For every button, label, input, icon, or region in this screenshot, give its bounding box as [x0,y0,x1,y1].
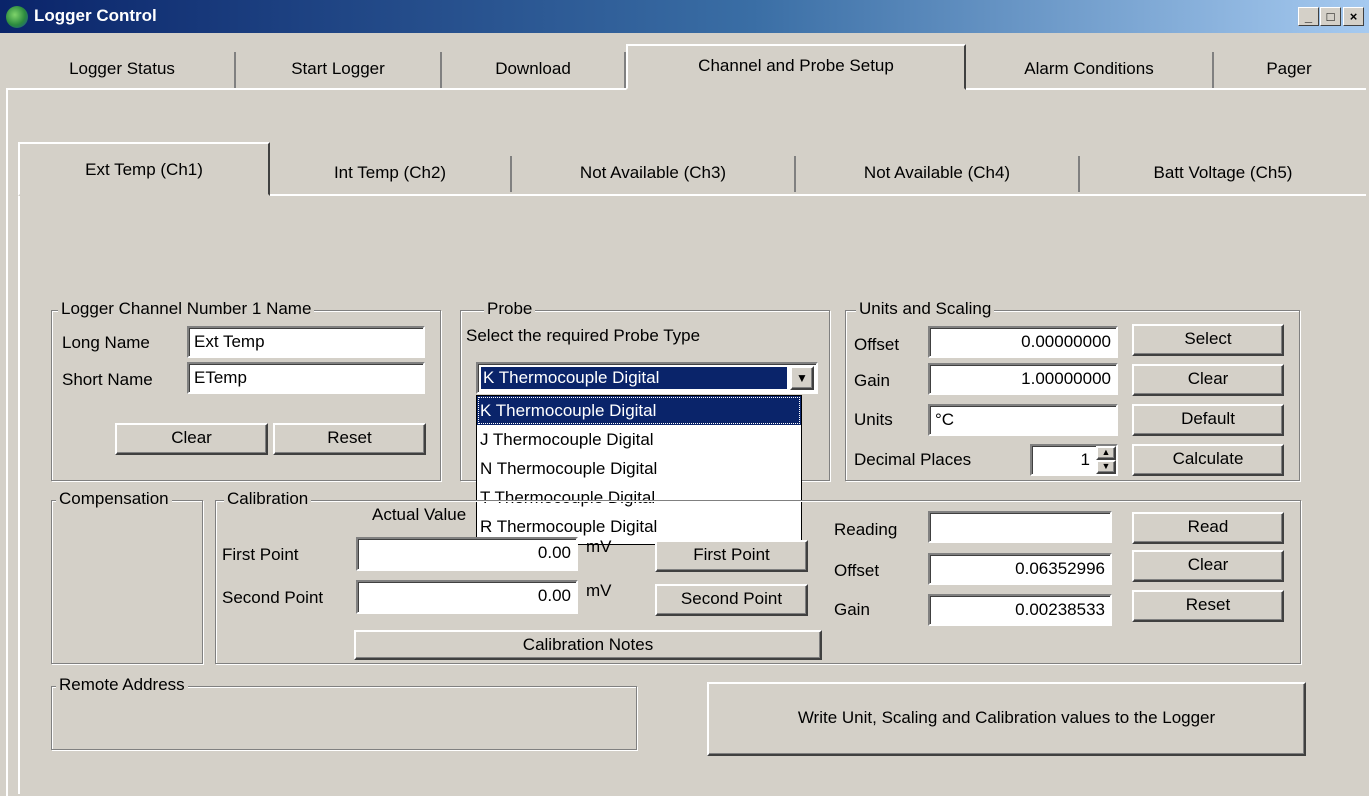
second-point-label: Second Point [222,588,324,607]
remote-address-group [51,686,637,750]
probe-legend: Probe [484,300,536,318]
globe-icon [6,6,28,28]
tab-alarm-conditions[interactable]: Alarm Conditions [966,52,1214,88]
minimize-button[interactable]: _ [1298,7,1319,26]
long-name-label: Long Name [62,333,150,352]
maximize-button[interactable]: □ [1320,7,1341,26]
tab-divider [966,88,1366,90]
compensation-legend: Compensation [56,490,172,508]
reading-input[interactable] [928,511,1112,543]
reading-label: Reading [834,520,898,539]
channel-name-legend: Logger Channel Number 1 Name [58,300,315,318]
units-input[interactable]: °C [928,404,1118,436]
short-name-input[interactable]: ETemp [187,362,425,394]
spin-up-icon[interactable]: ▲ [1096,446,1116,460]
probe-option[interactable]: N Thermocouple Digital [477,454,801,483]
remote-address-legend: Remote Address [56,676,188,694]
tab-start-logger[interactable]: Start Logger [236,52,442,88]
tab-ch4[interactable]: Not Available (Ch4) [796,156,1080,192]
cal-clear-button[interactable]: Clear [1132,550,1284,582]
tab-batt-voltage[interactable]: Batt Voltage (Ch5) [1080,156,1366,192]
window-title: Logger Control [34,6,157,25]
offset-input[interactable]: 0.00000000 [928,326,1118,358]
gain-label: Gain [854,371,890,390]
tab-logger-status[interactable]: Logger Status [10,52,236,88]
tab-ch3[interactable]: Not Available (Ch3) [512,156,796,192]
first-point-label: First Point [222,545,299,564]
panel-left-edge [6,88,8,796]
second-point-unit: mV [586,581,612,600]
cal-gain-input[interactable]: 0.00238533 [928,594,1112,626]
cal-read-button[interactable]: Read [1132,512,1284,544]
name-reset-button[interactable]: Reset [273,423,426,455]
first-point-button[interactable]: First Point [655,540,808,572]
tab-pager[interactable]: Pager [1214,52,1364,88]
tab-ext-temp[interactable]: Ext Temp (Ch1) [18,142,270,196]
name-clear-button[interactable]: Clear [115,423,268,455]
short-name-label: Short Name [62,370,153,389]
units-calculate-button[interactable]: Calculate [1132,444,1284,476]
units-label: Units [854,410,893,429]
cal-offset-input[interactable]: 0.06352996 [928,553,1112,585]
spin-down-icon[interactable]: ▼ [1096,460,1116,474]
gain-input[interactable]: 1.00000000 [928,363,1118,395]
units-clear-button[interactable]: Clear [1132,364,1284,396]
actual-value-label: Actual Value [372,505,467,524]
probe-option[interactable]: J Thermocouple Digital [477,425,801,454]
tab-int-temp[interactable]: Int Temp (Ch2) [270,156,512,192]
units-default-button[interactable]: Default [1132,404,1284,436]
decimal-places-label: Decimal Places [854,450,972,469]
units-scaling-legend: Units and Scaling [856,300,995,318]
cal-gain-label: Gain [834,600,870,619]
compensation-group [51,500,203,664]
units-select-button[interactable]: Select [1132,324,1284,356]
tab-divider [6,88,626,90]
long-name-input[interactable]: Ext Temp [187,326,425,358]
title-bar [0,0,1369,33]
cal-reset-button[interactable]: Reset [1132,590,1284,622]
calibration-legend: Calibration [224,490,312,508]
probe-type-combo[interactable]: K Thermocouple Digital ▼ [476,362,818,394]
close-button[interactable]: × [1343,7,1364,26]
cal-offset-label: Offset [834,561,880,580]
write-to-logger-button[interactable]: Write Unit, Scaling and Calibration valu… [707,682,1306,756]
tab-download[interactable]: Download [442,52,626,88]
probe-option[interactable]: K Thermocouple Digital [477,396,801,425]
second-point-input[interactable]: 0.00 [356,580,578,614]
first-point-unit: mV [586,537,612,556]
probe-type-value: K Thermocouple Digital [481,367,787,389]
offset-label: Offset [854,335,900,354]
calibration-notes-button[interactable]: Calibration Notes [354,630,822,660]
probe-prompt: Select the required Probe Type [466,326,701,345]
chevron-down-icon[interactable]: ▼ [790,366,814,390]
tab-channel-probe-setup[interactable]: Channel and Probe Setup [626,44,966,90]
second-point-button[interactable]: Second Point [655,584,808,616]
first-point-input[interactable]: 0.00 [356,537,578,571]
